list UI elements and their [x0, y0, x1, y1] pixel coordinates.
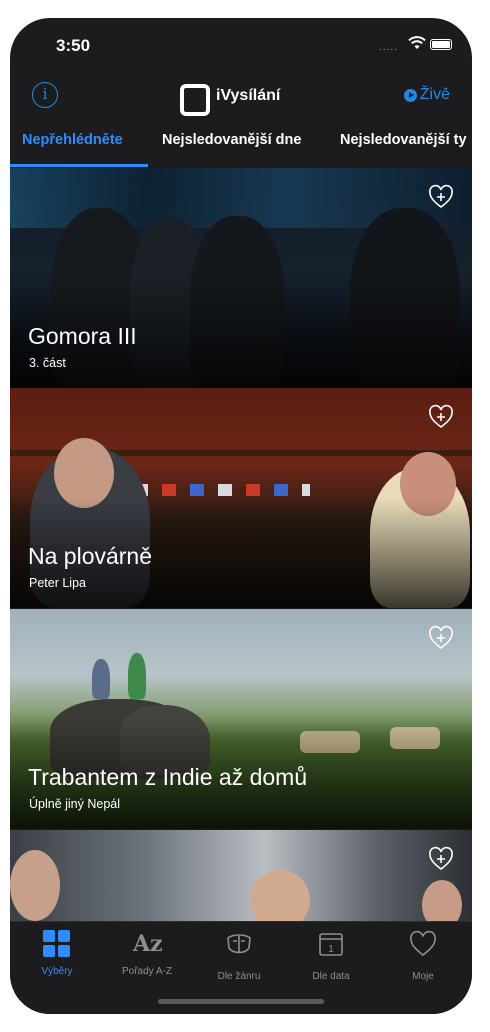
- card-title: Trabantem z Indie až domů: [28, 764, 308, 790]
- info-button[interactable]: i: [32, 82, 58, 108]
- ivysilani-logo: iVysílání: [180, 82, 281, 116]
- logo-text: iVysílání: [216, 87, 281, 104]
- tab-nejsledovanejsi-dne[interactable]: Nejsledovanější dne: [162, 132, 301, 148]
- heart-icon: [410, 930, 436, 957]
- active-tab-indicator: [10, 164, 148, 167]
- category-tabs: Nepřehlédněte Nejsledovanější dne Nejsle…: [10, 122, 472, 168]
- bottom-tab-bar: Výběry Az Pořady A-Z Dle žánru 1 Dle dat…: [10, 921, 472, 1014]
- add-favorite-icon[interactable]: [428, 625, 454, 651]
- grid-icon: [43, 930, 71, 958]
- home-indicator[interactable]: [158, 999, 324, 1004]
- card-subtitle: Peter Lipa: [29, 576, 86, 590]
- calendar-icon: 1: [319, 933, 343, 956]
- status-time: 3:50: [56, 36, 91, 55]
- tabbar-label: Moje: [412, 971, 434, 982]
- live-button[interactable]: Živě: [403, 86, 450, 104]
- ct-logo-icon: [180, 84, 210, 116]
- card-title: Gomora III: [28, 323, 137, 349]
- add-favorite-icon[interactable]: [428, 184, 454, 210]
- navigation-bar: i iVysílání Živě: [10, 74, 472, 118]
- card-na-plovarne[interactable]: Na plovárně Peter Lipa: [10, 388, 472, 608]
- card-gomora[interactable]: Gomora III 3. část: [10, 168, 472, 388]
- card-trabantem[interactable]: Trabantem z Indie až domů Úplně jiný Nep…: [10, 609, 472, 829]
- tab-neprehlednete[interactable]: Nepřehlédněte: [22, 132, 123, 148]
- tabbar-item-dle-data[interactable]: 1 Dle data: [286, 930, 376, 982]
- add-favorite-icon[interactable]: [428, 846, 454, 872]
- genre-icon: [227, 934, 251, 954]
- live-label: Živě: [419, 86, 450, 103]
- calendar-day-text: 1: [328, 944, 334, 955]
- tabbar-label: Pořady A-Z: [121, 966, 173, 977]
- cellular-signal-icon: .....: [379, 42, 398, 53]
- play-circle-icon: [403, 88, 417, 102]
- tabbar-item-vybery[interactable]: Výběry: [12, 930, 102, 977]
- tab-nejsledovanejsi-tydne[interactable]: Nejsledovanější ty: [340, 132, 467, 148]
- card-subtitle: Úplně jiný Nepál: [29, 797, 121, 811]
- tabbar-item-porady-az[interactable]: Az Pořady A-Z: [102, 930, 192, 977]
- tabbar-label: Dle žánru: [217, 971, 261, 982]
- status-bar: 3:50 .....: [10, 18, 472, 78]
- featured-list: Gomora III 3. část Na plovárně Peter Lip…: [10, 168, 472, 921]
- add-favorite-icon[interactable]: [428, 404, 454, 430]
- card-subtitle: 3. část: [29, 356, 66, 370]
- tabbar-item-moje[interactable]: Moje: [378, 930, 468, 982]
- phone-screen: 3:50 ..... i iVysílání Živě Nepřehlédnět…: [10, 18, 472, 1014]
- card-partial[interactable]: [10, 830, 472, 921]
- tabbar-label: Výběry: [41, 966, 73, 977]
- card-title: Na plovárně: [28, 543, 153, 569]
- az-icon: Az: [133, 931, 163, 957]
- battery-icon: [430, 39, 452, 50]
- wifi-icon: [408, 36, 426, 49]
- tabbar-label: Dle data: [312, 971, 350, 982]
- tabbar-item-dle-zanru[interactable]: Dle žánru: [194, 930, 284, 982]
